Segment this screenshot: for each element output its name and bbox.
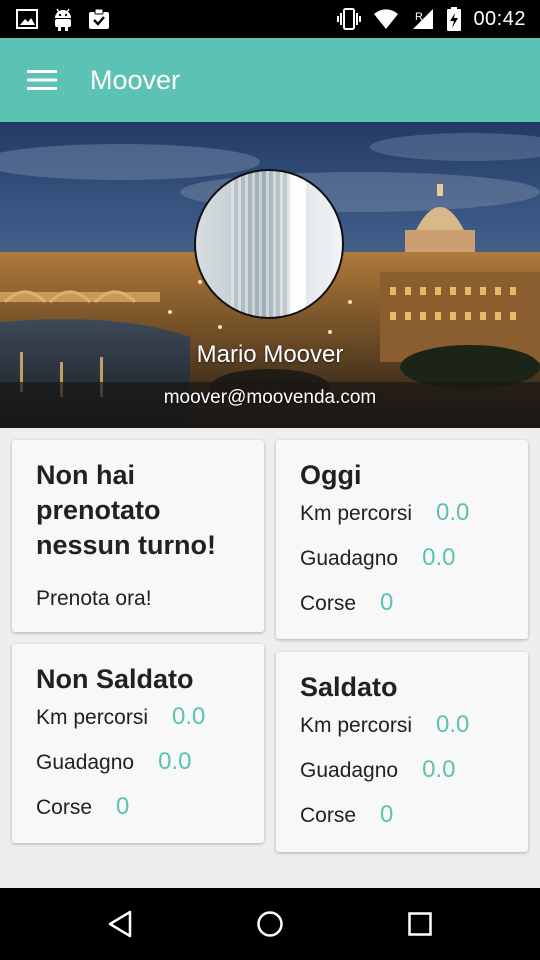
status-time: 00:42: [473, 7, 526, 30]
svg-text:R: R: [415, 11, 423, 23]
earnings-label: Guadagno: [300, 547, 399, 570]
paid-km-row: Km percorsi 0.0: [300, 711, 504, 756]
today-rides-row: Corse 0: [300, 589, 504, 634]
paid-earnings-row: Guadagno 0.0: [300, 756, 504, 801]
km-value: 0.0: [436, 711, 470, 738]
rides-label: Corse: [300, 804, 357, 827]
today-card: Oggi Km percorsi 0.0 Guadagno 0.0 Corse …: [276, 440, 528, 639]
unpaid-earnings-row: Guadagno 0.0: [36, 748, 240, 793]
app-title: Moover: [90, 64, 181, 95]
today-km-row: Km percorsi 0.0: [300, 499, 504, 544]
rides-value: 0: [380, 589, 394, 616]
today-title: Oggi: [300, 460, 362, 490]
unpaid-card: Non Saldato Km percorsi 0.0 Guadagno 0.0…: [12, 644, 264, 843]
paid-title: Saldato: [300, 672, 398, 702]
app-bar: Moover: [0, 38, 540, 122]
booking-title: Non hai prenotato nessun turno!: [36, 460, 216, 560]
status-bar: R 00:42: [0, 0, 540, 38]
unpaid-title: Non Saldato: [36, 664, 194, 694]
user-email: moover@moovenda.com: [163, 387, 377, 408]
km-label: Km percorsi: [36, 706, 149, 729]
booking-card: Non hai prenotato nessun turno! Prenota …: [12, 440, 264, 632]
recents-icon[interactable]: [380, 888, 460, 960]
earnings-value: 0.0: [158, 748, 192, 775]
rides-value: 0: [116, 793, 130, 820]
vibrate-icon: [337, 8, 362, 30]
profile-header: Mario Moover moover@moovenda.com: [0, 122, 540, 428]
earnings-label: Guadagno: [36, 751, 135, 774]
rides-value: 0: [380, 801, 394, 828]
paid-rides-row: Corse 0: [300, 801, 504, 846]
earnings-value: 0.0: [422, 756, 456, 783]
earnings-label: Guadagno: [300, 759, 399, 782]
paid-card: Saldato Km percorsi 0.0 Guadagno 0.0 Cor…: [276, 652, 528, 852]
rides-label: Corse: [36, 796, 93, 819]
hamburger-menu-icon[interactable]: [14, 52, 70, 108]
km-value: 0.0: [436, 499, 470, 526]
avatar[interactable]: [194, 169, 344, 319]
book-now-link[interactable]: Prenota ora!: [36, 587, 152, 611]
battery-charging-icon: [447, 7, 462, 31]
user-name: Mario Moover: [196, 341, 344, 368]
avatar-highlight: [290, 171, 306, 317]
home-icon[interactable]: [230, 888, 310, 960]
rides-label: Corse: [300, 592, 357, 615]
unpaid-km-row: Km percorsi 0.0: [36, 703, 240, 748]
km-value: 0.0: [172, 703, 206, 730]
android-icon: [52, 7, 74, 31]
wifi-icon: [373, 8, 399, 30]
signal-roaming-icon: R: [411, 8, 435, 30]
clipboard-check-icon: [88, 8, 110, 30]
earnings-value: 0.0: [422, 544, 456, 571]
system-nav-bar: [0, 888, 540, 960]
image-icon: [16, 9, 38, 29]
back-icon[interactable]: [80, 888, 160, 960]
km-label: Km percorsi: [300, 714, 413, 737]
km-label: Km percorsi: [300, 502, 413, 525]
unpaid-rides-row: Corse 0: [36, 793, 240, 838]
today-earnings-row: Guadagno 0.0: [300, 544, 504, 589]
